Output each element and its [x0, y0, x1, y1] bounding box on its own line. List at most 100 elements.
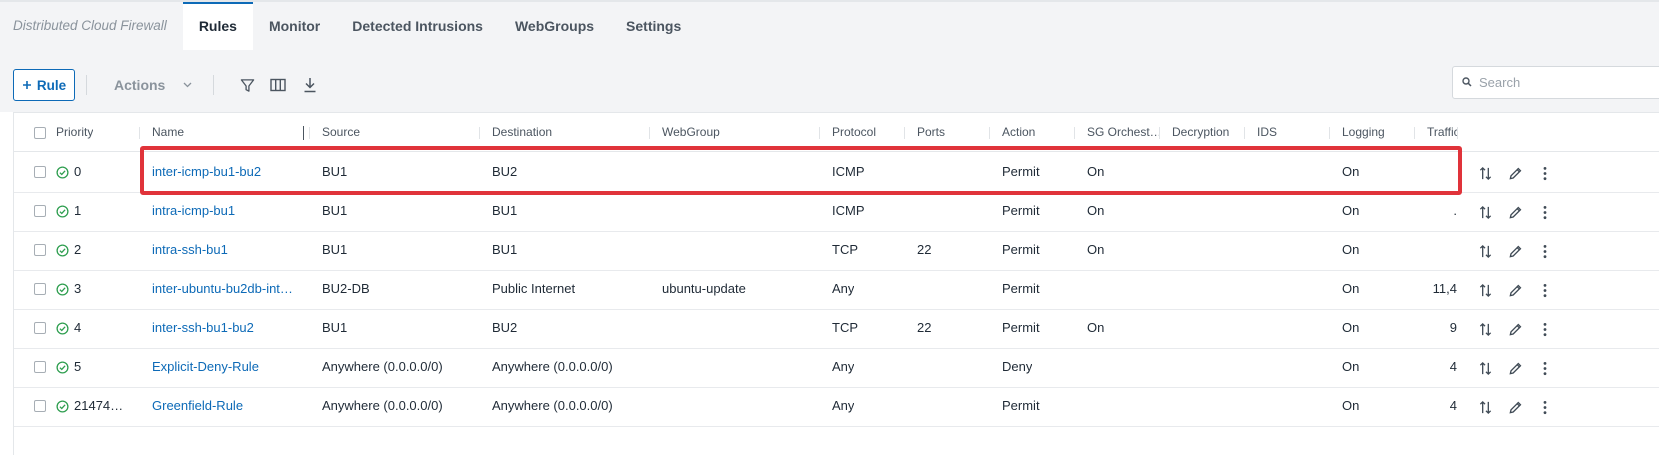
cell-source: BU2-DB	[322, 281, 370, 296]
cell-logging: On	[1342, 242, 1360, 257]
col-destination[interactable]: Destination	[492, 125, 552, 139]
more-vertical-icon[interactable]	[1536, 398, 1554, 416]
col-source[interactable]: Source	[322, 125, 360, 139]
column-divider	[139, 127, 140, 139]
cell-protocol: TCP	[832, 320, 858, 335]
table-row[interactable]: 21474… Greenfield-Rule Anywhere (0.0.0.0/0…	[14, 386, 1659, 427]
edit-pencil-icon[interactable]	[1506, 320, 1524, 338]
cell-priority: 0	[74, 164, 82, 179]
cell-sg-orchestration: On	[1087, 320, 1105, 335]
cell-traffic: 9	[1449, 320, 1457, 335]
cell-logging: On	[1342, 164, 1360, 179]
columns-icon[interactable]	[269, 76, 287, 94]
cell-priority: 4	[74, 320, 82, 335]
rules-table: Priority Name Source Destination WebGrou…	[13, 112, 1659, 455]
more-vertical-icon[interactable]	[1536, 164, 1554, 182]
col-protocol[interactable]: Protocol	[832, 125, 876, 139]
row-checkbox[interactable]	[34, 400, 46, 412]
cell-traffic: 4	[1449, 398, 1457, 413]
rule-name-link[interactable]: intra-ssh-bu1	[152, 242, 228, 257]
cell-action: Permit	[1002, 242, 1040, 257]
col-ids[interactable]: IDS	[1257, 125, 1277, 139]
rule-name-link[interactable]: inter-icmp-bu1-bu2	[152, 164, 261, 179]
reorder-icon[interactable]	[1476, 203, 1494, 221]
rule-name-link[interactable]: Explicit-Deny-Rule	[152, 359, 259, 374]
col-ports[interactable]: Ports	[917, 125, 945, 139]
col-logging[interactable]: Logging	[1342, 125, 1385, 139]
more-vertical-icon[interactable]	[1536, 281, 1554, 299]
col-action[interactable]: Action	[1002, 125, 1035, 139]
table-row[interactable]: 0 inter-icmp-bu1-bu2 BU1 BU2 ICMP Permit On On	[14, 152, 1659, 193]
row-checkbox[interactable]	[34, 361, 46, 373]
edit-pencil-icon[interactable]	[1506, 203, 1524, 221]
col-sg-orchestration[interactable]: SG Orchest…	[1087, 125, 1159, 139]
col-traffic[interactable]: Traffic	[1427, 125, 1457, 139]
reorder-icon[interactable]	[1476, 281, 1494, 299]
search-input[interactable]	[1479, 75, 1649, 90]
row-checkbox[interactable]	[34, 283, 46, 295]
status-enabled-icon	[56, 400, 69, 413]
row-checkbox[interactable]	[34, 166, 46, 178]
tab-settings[interactable]: Settings	[610, 2, 697, 50]
column-divider	[1159, 127, 1160, 139]
reorder-icon[interactable]	[1476, 359, 1494, 377]
cell-action: Permit	[1002, 281, 1040, 296]
cell-protocol: ICMP	[832, 203, 865, 218]
more-vertical-icon[interactable]	[1536, 242, 1554, 260]
row-checkbox[interactable]	[34, 244, 46, 256]
select-all-checkbox[interactable]	[34, 127, 46, 139]
table-row[interactable]: 2 intra-ssh-bu1 BU1 BU1 TCP 22 Permit On On	[14, 230, 1659, 271]
rule-name-link[interactable]: Greenfield-Rule	[152, 398, 243, 413]
edit-pencil-icon[interactable]	[1506, 398, 1524, 416]
cell-destination: BU1	[492, 242, 518, 257]
column-resize-handle[interactable]	[303, 126, 304, 140]
more-vertical-icon[interactable]	[1536, 203, 1554, 221]
col-priority[interactable]: Priority	[56, 125, 93, 139]
col-webgroup[interactable]: WebGroup	[662, 125, 720, 139]
search-box[interactable]	[1452, 66, 1659, 99]
status-enabled-icon	[56, 322, 69, 335]
reorder-icon[interactable]	[1476, 398, 1494, 416]
column-divider	[819, 127, 820, 139]
column-divider	[309, 127, 310, 139]
rule-name-link[interactable]: inter-ssh-bu1-bu2	[152, 320, 254, 335]
status-enabled-icon	[56, 166, 69, 179]
edit-pencil-icon[interactable]	[1506, 242, 1524, 260]
cell-logging: On	[1342, 320, 1360, 335]
download-icon[interactable]	[301, 76, 319, 94]
row-checkbox[interactable]	[34, 205, 46, 217]
cell-logging: On	[1342, 281, 1360, 296]
row-checkbox[interactable]	[34, 322, 46, 334]
toolbar-divider	[86, 75, 87, 95]
col-name[interactable]: Name	[152, 125, 184, 139]
cell-action: Permit	[1002, 398, 1040, 413]
add-rule-button[interactable]: Rule	[13, 69, 75, 101]
cell-action: Permit	[1002, 164, 1040, 179]
reorder-icon[interactable]	[1476, 242, 1494, 260]
edit-pencil-icon[interactable]	[1506, 359, 1524, 377]
reorder-icon[interactable]	[1476, 164, 1494, 182]
tab-webgroups[interactable]: WebGroups	[499, 2, 610, 50]
table-row[interactable]: 1 intra-icmp-bu1 BU1 BU1 ICMP Permit On On.	[14, 191, 1659, 232]
filter-icon[interactable]	[238, 76, 256, 94]
actions-dropdown[interactable]: Actions	[106, 69, 192, 101]
more-vertical-icon[interactable]	[1536, 359, 1554, 377]
edit-pencil-icon[interactable]	[1506, 164, 1524, 182]
tab-rules[interactable]: Rules	[182, 2, 253, 50]
tab-detected-intrusions[interactable]: Detected Intrusions	[336, 2, 499, 50]
status-enabled-icon	[56, 244, 69, 257]
table-row[interactable]: 5 Explicit-Deny-Rule Anywhere (0.0.0.0/0) A…	[14, 347, 1659, 388]
status-enabled-icon	[56, 205, 69, 218]
rule-name-link[interactable]: inter-ubuntu-bu2db-int…	[152, 281, 293, 296]
reorder-icon[interactable]	[1476, 320, 1494, 338]
cell-traffic: .	[1453, 203, 1457, 218]
more-vertical-icon[interactable]	[1536, 320, 1554, 338]
col-decryption[interactable]: Decryption	[1172, 125, 1229, 139]
tab-monitor[interactable]: Monitor	[253, 2, 336, 50]
rule-name-link[interactable]: intra-icmp-bu1	[152, 203, 235, 218]
table-row[interactable]: 4 inter-ssh-bu1-bu2 BU1 BU2 TCP 22 Permit On On 9	[14, 308, 1659, 349]
table-row[interactable]: 3 inter-ubuntu-bu2db-int… BU2-DB Public Int…	[14, 269, 1659, 310]
edit-pencil-icon[interactable]	[1506, 281, 1524, 299]
cell-priority: 3	[74, 281, 82, 296]
toolbar-divider	[213, 75, 214, 95]
